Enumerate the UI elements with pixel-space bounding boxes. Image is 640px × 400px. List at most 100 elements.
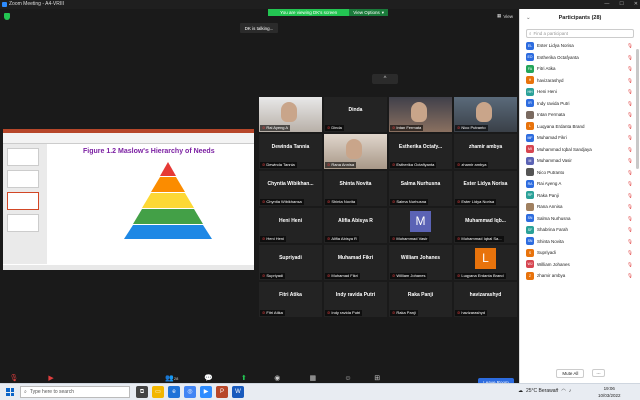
participant-name: Salma Nurhusna xyxy=(537,215,571,221)
participant-tile[interactable]: ⊘Intan Fermata xyxy=(389,97,452,132)
participant-row[interactable]: SN Salma Nurhusna 🎙 xyxy=(520,213,636,225)
participant-tile-label-text: Alifia Abisya R xyxy=(331,236,357,241)
edge-browser-icon[interactable]: e xyxy=(168,386,180,398)
participant-name: Rana Annisa xyxy=(537,204,563,210)
participant-tile[interactable]: Shinta Novita ⊘Shinta Novita xyxy=(324,171,387,206)
participant-row[interactable]: Zzhamir ambya 🎙 xyxy=(520,270,636,282)
participant-tile[interactable]: Dewinda Tannia ⊘Dewinda Tannia xyxy=(259,134,322,169)
participant-tile[interactable]: Chyntia Wibikhan... ⊘Chyntia Wibikhansa xyxy=(259,171,322,206)
powerpoint-ribbon xyxy=(3,129,254,144)
search-icon: ⌕ xyxy=(529,31,532,36)
weather-text: 25°C Berawan xyxy=(526,388,559,394)
breakout-rooms-icon: ▦ xyxy=(309,375,317,382)
participant-tile[interactable]: Muhammad Iqb... ⊘Muhammad Iqbal Sa... xyxy=(454,208,517,243)
participant-row[interactable]: IR Indy ravida Putri 🎙 xyxy=(520,98,636,110)
participant-row[interactable]: Rana Annisa 🎙 xyxy=(520,201,636,213)
participant-row[interactable]: WJ William Johanes 🎙 xyxy=(520,259,636,271)
participant-row[interactable]: MI Muhammad Iqbal Sandjaya 🎙 xyxy=(520,144,636,156)
participant-row[interactable]: L Luqyana Erdanta Brand 🎙 xyxy=(520,121,636,133)
participant-tile[interactable]: Alifia Abisya R ⊘Alifia Abisya R xyxy=(324,208,387,243)
participant-list-scrollbar[interactable] xyxy=(636,49,639,169)
participant-row[interactable]: Nico Putranto 🎙 xyxy=(520,167,636,179)
zoom-taskbar-icon[interactable]: ▶ xyxy=(200,386,212,398)
microphone-muted-icon: 🎙 xyxy=(627,77,633,83)
weather-widget[interactable]: ☁ 25°C Berawan xyxy=(518,388,558,394)
powerpoint-taskbar-icon[interactable]: P xyxy=(216,386,228,398)
participant-tile[interactable]: ⊘Rana Annisa xyxy=(324,134,387,169)
microphone-muted-icon: ⊘ xyxy=(457,125,461,130)
participant-row[interactable]: Hhavizarashyd 🎙 xyxy=(520,75,636,87)
participant-search-input[interactable]: ⌕ Find a participant xyxy=(526,29,634,38)
participant-tile[interactable]: William Johanes ⊘William Johanes xyxy=(389,245,452,280)
taskbar-search-input[interactable]: ⌕ Type here to search xyxy=(20,386,130,398)
participant-video xyxy=(346,139,362,159)
participant-avatar: EO xyxy=(526,53,534,62)
participant-name: Intan Fermata xyxy=(537,112,566,118)
chevron-down-icon: ▾ xyxy=(381,9,384,15)
participant-row[interactable]: Intan Fermata 🎙 xyxy=(520,109,636,121)
participant-tile[interactable]: L ⊘Luqyana Erdanta Brand xyxy=(454,245,517,280)
security-shield-icon[interactable] xyxy=(4,13,10,20)
participant-tile[interactable]: Ester Lidya Norisa ⊘Ester Lidya Norisa xyxy=(454,171,517,206)
participant-row[interactable]: FA Fitri Atika 🎙 xyxy=(520,63,636,75)
taskbar-clock[interactable]: 19:06 10/03/2022 xyxy=(598,385,621,399)
collapse-gallery-button[interactable]: ^ xyxy=(372,74,398,84)
participant-row[interactable]: S Supriyadi 🎙 xyxy=(520,247,636,259)
microphone-muted-icon: 🎙 xyxy=(627,238,633,244)
participant-tile-label: ⊘Fitri Atika xyxy=(260,310,285,316)
participant-tile-label-text: Ester Lidya Norisa xyxy=(461,199,495,204)
maximize-button[interactable]: ☐ xyxy=(619,0,623,9)
word-taskbar-icon[interactable]: W xyxy=(232,386,244,398)
microphone-muted-icon: ⊘ xyxy=(392,310,396,315)
participant-tile[interactable]: Indy ravida Putri ⊘Indy ravida Putri xyxy=(324,282,387,317)
participant-tile[interactable]: zhamir ambya ⊘zhamir ambya xyxy=(454,134,517,169)
microphone-muted-icon: ⊘ xyxy=(457,199,461,204)
participant-tile[interactable]: M ⊘Muhammad Vasir xyxy=(389,208,452,243)
close-button[interactable]: ✕ xyxy=(634,0,638,9)
participant-row[interactable]: EL Ester Lidya Norisa 🎙 xyxy=(520,40,636,52)
participant-name: Heni Heni xyxy=(537,89,557,95)
microphone-muted-icon: 🎙 xyxy=(627,112,633,117)
file-explorer-icon[interactable]: ▭ xyxy=(152,386,164,398)
wifi-icon[interactable]: ◠ xyxy=(561,388,565,394)
volume-icon[interactable]: ♪ xyxy=(569,388,572,394)
microphone-muted-icon: 🎙 xyxy=(627,158,633,163)
view-button[interactable]: ▦ View xyxy=(497,13,513,19)
participant-tile[interactable]: Muhamad Fikri ⊘Muhamad Fikri xyxy=(324,245,387,280)
participant-tile[interactable]: Heni Heni ⊘Heni Heni xyxy=(259,208,322,243)
participant-avatar: RA xyxy=(526,179,534,188)
chrome-browser-icon[interactable]: ◎ xyxy=(184,386,196,398)
participant-tile[interactable]: Raka Panji ⊘Raka Panji xyxy=(389,282,452,317)
participant-row[interactable]: RA Rai Ayeng A 🎙 xyxy=(520,178,636,190)
participant-name: Muhammad Vasir xyxy=(537,158,572,164)
participant-tile[interactable]: ⊘Rai Ayeng A xyxy=(259,97,322,132)
participant-tile[interactable]: ⊘Nico Putranto xyxy=(454,97,517,132)
tray-overflow-icon[interactable]: ^ xyxy=(556,388,558,394)
participant-row[interactable]: RP Raka Panji 🎙 xyxy=(520,190,636,202)
participant-row[interactable]: SN Shinta Novita 🎙 xyxy=(520,236,636,248)
microphone-muted-icon: ⊘ xyxy=(327,125,331,130)
participant-row[interactable]: SF Shabrina Farah 🎙 xyxy=(520,224,636,236)
more-options-button[interactable]: ... xyxy=(592,369,605,377)
minimize-button[interactable]: — xyxy=(604,0,609,9)
participant-tile-label: ⊘Nico Putranto xyxy=(455,125,488,131)
participant-tile[interactable]: Estherika Octafy... ⊘Estherika Octafiyant… xyxy=(389,134,452,169)
apps-icon: ⊞ xyxy=(374,375,381,382)
participant-row[interactable]: M Muhammad Vasir 🎙 xyxy=(520,155,636,167)
participant-tile[interactable]: Supriyadi ⊘Supriyadi xyxy=(259,245,322,280)
participant-tile[interactable]: havizarashyd ⊘havizarashyd xyxy=(454,282,517,317)
mute-all-button[interactable]: Mute All xyxy=(556,368,585,378)
participant-name: Raka Panji xyxy=(537,192,559,198)
participant-tile[interactable]: Salma Nurhusna ⊘Salma Nurhusna xyxy=(389,171,452,206)
windows-start-icon[interactable] xyxy=(6,388,14,396)
participant-row[interactable]: MF Muhamad Fikri 🎙 xyxy=(520,132,636,144)
participant-tile-label-text: Muhamad Fikri xyxy=(331,273,358,278)
chevron-down-icon[interactable]: ⌄ xyxy=(526,9,531,27)
participant-row[interactable]: EO Estherika Octafyanta 🎙 xyxy=(520,52,636,64)
participant-tile-label: ⊘Heni Heni xyxy=(260,236,286,242)
task-view-icon[interactable]: ⧉ xyxy=(136,386,148,398)
participant-tile[interactable]: Dinda ⊘Dinda xyxy=(324,97,387,132)
participant-tile[interactable]: Fitri Atika ⊘Fitri Atika xyxy=(259,282,322,317)
participant-row[interactable]: HH Heni Heni 🎙 xyxy=(520,86,636,98)
view-options-button[interactable]: View Options ▾ xyxy=(349,9,388,16)
